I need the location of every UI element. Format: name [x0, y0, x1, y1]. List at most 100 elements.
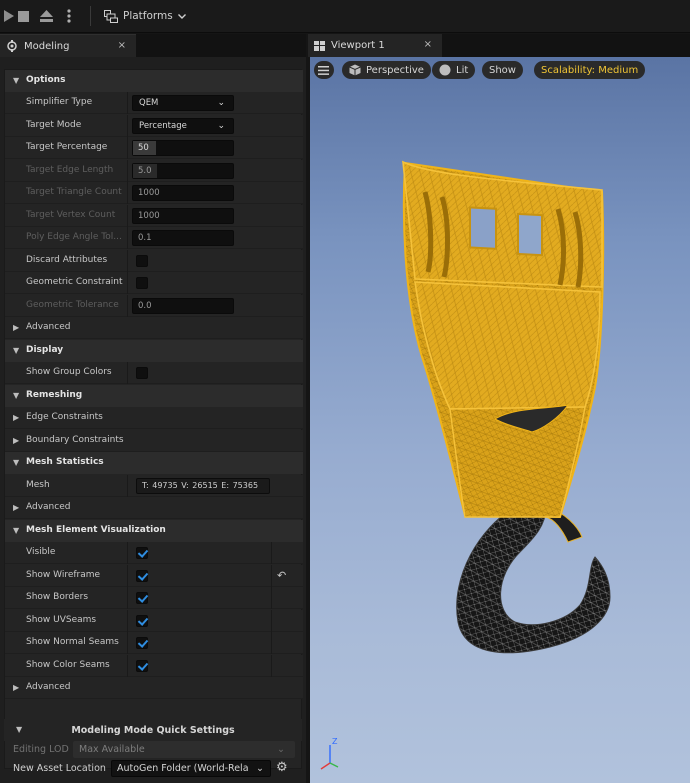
- poly-edge-angle-input[interactable]: 0.1: [132, 230, 234, 246]
- viewport-menu-button[interactable]: [314, 61, 334, 79]
- target-mode-label: Target Mode: [26, 120, 82, 130]
- show-borders-label: Show Borders: [26, 592, 89, 602]
- boundary-constraints-expander[interactable]: ▶ Boundary Constraints: [5, 430, 303, 452]
- poly-edge-angle-value: 0.1: [138, 233, 152, 243]
- section-options-label: Options: [26, 75, 66, 85]
- property-show-uvseams: Show UVSeams: [5, 610, 303, 632]
- lit-button[interactable]: Lit: [432, 61, 476, 79]
- simplifier-type-dropdown[interactable]: QEM ⌄: [132, 95, 234, 111]
- platforms-button[interactable]: Platforms: [104, 6, 186, 26]
- collapsed-arrow-icon: ▶: [13, 503, 20, 512]
- edge-constraints-label: Edge Constraints: [26, 412, 103, 422]
- editing-lod-value: Max Available: [79, 744, 145, 755]
- section-mesh-element-visualization[interactable]: ▼ Mesh Element Visualization: [5, 520, 303, 542]
- editing-lod-row: Editing LOD Max Available ⌄: [4, 740, 302, 760]
- target-mode-dropdown[interactable]: Percentage ⌄: [132, 118, 234, 134]
- geometric-tolerance-value: 0.0: [138, 301, 152, 311]
- geometric-tolerance-input[interactable]: 0.0: [132, 298, 234, 314]
- show-borders-checkbox[interactable]: [136, 592, 148, 604]
- show-uvseams-checkbox[interactable]: [136, 615, 148, 627]
- details-panel: ▼ Options Simplifier Type QEM ⌄ Target M…: [4, 69, 303, 769]
- section-mesh-statistics-label: Mesh Statistics: [26, 457, 104, 467]
- discard-attributes-checkbox[interactable]: [136, 255, 148, 267]
- viewport[interactable]: Perspective Lit Show Scalability: Medium…: [310, 57, 690, 783]
- show-normal-seams-checkbox[interactable]: [136, 637, 148, 649]
- new-asset-location-dropdown[interactable]: AutoGen Folder (World-Rela ⌄: [111, 760, 271, 777]
- show-group-colors-checkbox[interactable]: [136, 367, 148, 379]
- target-edge-length-value: 5.0: [138, 166, 152, 176]
- platforms-icon: [104, 9, 118, 23]
- mesh-statistics-value: T: 49735 V: 26515 E: 75365: [136, 478, 270, 494]
- stop-icon[interactable]: [14, 6, 32, 26]
- section-display[interactable]: ▼ Display: [5, 340, 303, 362]
- collapsed-arrow-icon: ▶: [13, 323, 20, 332]
- options-advanced-expander[interactable]: ▶ Advanced: [5, 317, 303, 339]
- right-tab-bar: Viewport 1 ×: [308, 34, 690, 57]
- geometric-constraint-checkbox[interactable]: [136, 277, 148, 289]
- eject-icon[interactable]: [37, 6, 55, 26]
- axis-gizmo: Z: [320, 737, 339, 770]
- show-wireframe-checkbox[interactable]: [136, 570, 148, 582]
- poly-edge-angle-label: Poly Edge Angle Tol...: [26, 232, 122, 242]
- mesh-statistics-advanced-expander[interactable]: ▶ Advanced: [5, 497, 303, 519]
- section-options[interactable]: ▼ Options: [5, 70, 303, 92]
- expanded-arrow-icon: ▼: [13, 346, 20, 355]
- new-asset-location-value: AutoGen Folder (World-Rela: [117, 763, 249, 774]
- options-advanced-label: Advanced: [26, 322, 71, 332]
- chevron-down-icon: ⌄: [254, 761, 264, 776]
- mesh-statistics-advanced-label: Advanced: [26, 502, 71, 512]
- property-geometric-constraint: Geometric Constraint: [5, 272, 303, 294]
- quick-settings-title: Modeling Mode Quick Settings: [71, 725, 235, 736]
- target-vertex-count-value: 1000: [138, 211, 160, 221]
- close-icon[interactable]: ×: [424, 39, 432, 50]
- show-color-seams-checkbox[interactable]: [136, 660, 148, 672]
- collapsed-arrow-icon: ▶: [13, 683, 20, 692]
- show-color-seams-label: Show Color Seams: [26, 660, 110, 670]
- target-mode-value: Percentage: [139, 121, 187, 131]
- gear-icon[interactable]: ⚙: [276, 760, 288, 775]
- main-toolbar: Platforms: [0, 0, 690, 33]
- show-label: Show: [489, 64, 516, 76]
- property-show-color-seams: Show Color Seams: [5, 655, 303, 677]
- tab-modeling[interactable]: Modeling ×: [0, 34, 136, 57]
- viewport-grid-icon: [314, 40, 325, 51]
- editing-lod-dropdown[interactable]: Max Available ⌄: [73, 741, 295, 758]
- close-icon[interactable]: ×: [118, 40, 126, 51]
- hamburger-icon: [318, 65, 329, 75]
- scalability-button[interactable]: Scalability: Medium: [534, 61, 646, 79]
- target-percentage-slider[interactable]: 50: [132, 140, 234, 156]
- scalability-label: Scalability: Medium: [541, 64, 639, 76]
- visualization-advanced-expander[interactable]: ▶ Advanced: [5, 677, 303, 699]
- chevron-down-icon: ⌄: [217, 121, 225, 131]
- target-triangle-count-value: 1000: [138, 188, 160, 198]
- boundary-constraints-label: Boundary Constraints: [26, 435, 124, 445]
- visible-checkbox[interactable]: [136, 547, 148, 559]
- show-button[interactable]: Show: [482, 61, 523, 79]
- target-edge-length-label: Target Edge Length: [26, 165, 114, 175]
- show-group-colors-label: Show Group Colors: [26, 367, 112, 377]
- target-edge-length-input[interactable]: 5.0: [132, 163, 234, 179]
- target-triangle-count-input[interactable]: 1000: [132, 185, 234, 201]
- target-triangle-count-label: Target Triangle Count: [26, 187, 122, 197]
- tab-viewport[interactable]: Viewport 1 ×: [308, 34, 442, 57]
- section-remeshing[interactable]: ▼ Remeshing: [5, 385, 303, 407]
- discard-attributes-label: Discard Attributes: [26, 255, 108, 265]
- edge-constraints-expander[interactable]: ▶ Edge Constraints: [5, 407, 303, 429]
- target-vertex-count-input[interactable]: 1000: [132, 208, 234, 224]
- platforms-label: Platforms: [123, 10, 173, 22]
- section-mesh-statistics[interactable]: ▼ Mesh Statistics: [5, 452, 303, 474]
- tab-viewport-label: Viewport 1: [331, 40, 385, 51]
- target-percentage-label: Target Percentage: [26, 142, 108, 152]
- quick-settings-header[interactable]: ▼ Modeling Mode Quick Settings: [4, 719, 302, 741]
- perspective-button[interactable]: Perspective: [342, 61, 431, 79]
- chevron-down-icon: ⌄: [217, 98, 225, 108]
- property-target-percentage: Target Percentage 50: [5, 137, 303, 159]
- property-show-borders: Show Borders: [5, 587, 303, 609]
- more-options-icon[interactable]: [60, 6, 78, 26]
- property-show-wireframe: Show Wireframe ↶: [5, 565, 303, 587]
- modeling-icon: [7, 40, 17, 52]
- collapsed-arrow-icon: ▶: [13, 436, 20, 445]
- reset-to-default-icon[interactable]: ↶: [277, 569, 286, 582]
- lit-sphere-icon: [439, 64, 451, 76]
- target-percentage-value: 50: [138, 143, 149, 153]
